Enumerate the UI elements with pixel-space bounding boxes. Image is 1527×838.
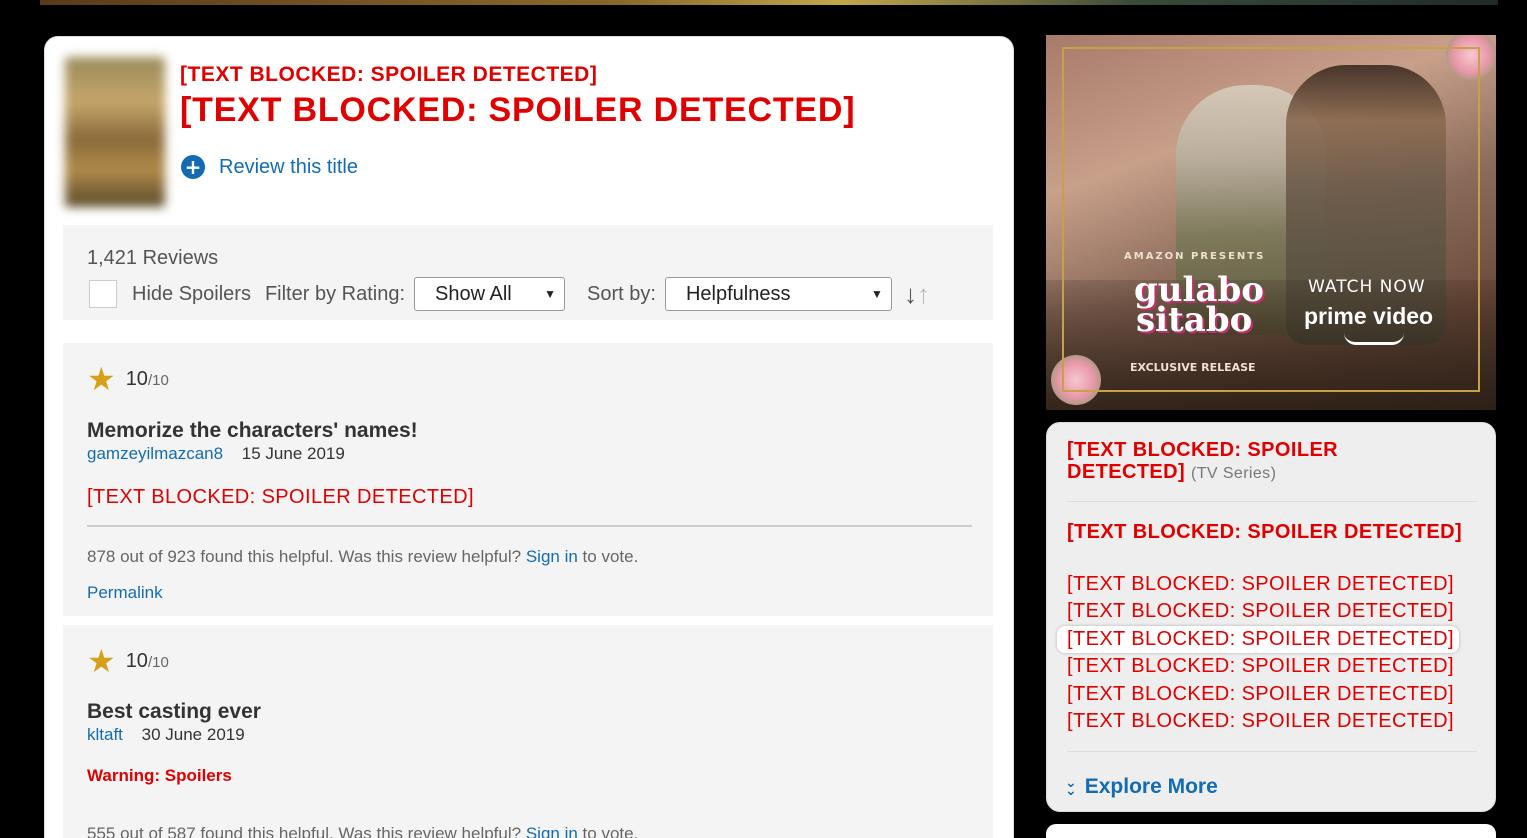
helpful-count: 555 out of 587 found this helpful. Was t…: [87, 824, 522, 838]
ad-frame: [1062, 47, 1480, 392]
sign-in-link[interactable]: Sign in: [526, 824, 578, 838]
review-rating: ★ 10/10: [87, 363, 169, 395]
spoiler-warning: Warning: Spoilers: [87, 766, 232, 785]
ad-presents: AMAZON PRESENTS: [1124, 251, 1266, 262]
star-icon: ★: [87, 643, 116, 679]
sort-label: Sort by:: [587, 282, 656, 305]
permalink[interactable]: Permalink: [87, 583, 163, 603]
helpful-suffix: to vote.: [582, 547, 639, 566]
sidebar-link[interactable]: [TEXT BLOCKED: SPOILER DETECTED]: [1057, 625, 1459, 654]
title-poster[interactable]: [65, 57, 165, 207]
review-meta: gamzeyilmazcan8 15 June 2019: [87, 444, 345, 464]
helpful-count: 878 out of 923 found this helpful. Was t…: [87, 547, 522, 566]
sidebar-section-title: [TEXT BLOCKED: SPOILER DETECTED]: [1067, 521, 1463, 543]
rating-number: 10: [125, 649, 148, 672]
ad-prime-video-logo: prime video: [1304, 303, 1434, 329]
helpful-suffix: to vote.: [582, 824, 639, 838]
rating-max: /10: [147, 653, 169, 671]
sidebar-link[interactable]: [TEXT BLOCKED: SPOILER DETECTED]: [1067, 708, 1459, 735]
review-author-link[interactable]: kltaft: [87, 725, 123, 744]
page-title: [TEXT BLOCKED: SPOILER DETECTED]: [180, 91, 856, 129]
filter-label: Filter by Rating:: [264, 282, 406, 305]
divider: [87, 525, 972, 527]
filter-row: Hide Spoilers Filter by Rating: Show All…: [89, 277, 930, 311]
double-chevron-down-icon: ⌄ ⌄: [1065, 774, 1077, 799]
sidebar-link[interactable]: [TEXT BLOCKED: SPOILER DETECTED]: [1067, 653, 1459, 680]
sort-by-select[interactable]: Helpfulness ▼: [664, 277, 892, 311]
caret-down-icon: ▼: [544, 287, 557, 301]
sidebar-panel: [TEXT BLOCKED: SPOILER DETECTED] (TV Ser…: [1046, 422, 1496, 812]
caret-down-icon: ▼: [871, 287, 883, 301]
rating-value: 10/10: [126, 650, 169, 673]
helpful-text: 878 out of 923 found this helpful. Was t…: [87, 547, 638, 567]
advertisement-banner[interactable]: AMAZON PRESENTS gulabo sitabo EXCLUSIVE …: [1046, 35, 1496, 410]
title-parent[interactable]: [TEXT BLOCKED: SPOILER DETECTED]: [180, 63, 597, 87]
divider: [1067, 751, 1477, 752]
ad-logo: gulabo sitabo: [1134, 273, 1264, 340]
ad-logo-line2: sitabo: [1136, 300, 1253, 340]
review-date: 15 June 2019: [241, 444, 345, 463]
ad-exclusive: EXCLUSIVE RELEASE: [1130, 361, 1256, 374]
hide-spoilers-checkbox[interactable]: [89, 280, 117, 308]
sidebar-links: [TEXT BLOCKED: SPOILER DETECTED] [TEXT B…: [1057, 571, 1459, 735]
review-title[interactable]: Memorize the characters' names!: [87, 419, 418, 443]
review-card: ★ 10/10 Best casting ever kltaft 30 June…: [63, 625, 993, 838]
sign-in-link[interactable]: Sign in: [526, 547, 578, 566]
sidebar-heading-sub: (TV Series): [1191, 465, 1277, 482]
sidebar-link[interactable]: [TEXT BLOCKED: SPOILER DETECTED]: [1067, 571, 1459, 598]
reviews-count: 1,421 Reviews: [87, 247, 219, 269]
reviews-panel: [TEXT BLOCKED: SPOILER DETECTED] [TEXT B…: [44, 36, 1014, 838]
review-rating: ★ 10/10: [87, 645, 169, 677]
rating-value: 10/10: [126, 368, 169, 391]
explore-more-link[interactable]: ⌄ ⌄ Explore More: [1065, 775, 1218, 799]
rating-max: /10: [147, 371, 169, 389]
star-icon: ★: [87, 361, 116, 397]
prime-smile-icon: [1344, 333, 1404, 345]
sort-by-value: Helpfulness: [685, 282, 791, 305]
review-title[interactable]: Best casting ever: [87, 700, 261, 724]
plus-circle-icon: +: [181, 155, 205, 179]
review-this-title-link[interactable]: + Review this title: [181, 155, 358, 179]
hide-spoilers-label: Hide Spoilers: [132, 282, 251, 305]
filter-rating-value: Show All: [435, 282, 512, 305]
sidebar-panel-next: [1046, 824, 1496, 838]
ad-watch-now: WATCH NOW: [1308, 277, 1426, 297]
helpful-text: 555 out of 587 found this helpful. Was t…: [87, 824, 638, 838]
review-author-link[interactable]: gamzeyilmazcan8: [87, 444, 223, 463]
review-date: 30 June 2019: [141, 725, 245, 744]
review-link-label: Review this title: [219, 155, 358, 178]
sidebar-heading[interactable]: [TEXT BLOCKED: SPOILER DETECTED] (TV Ser…: [1067, 439, 1367, 485]
filter-rating-select[interactable]: Show All ▼: [414, 277, 566, 311]
review-controls: 1,421 Reviews Hide Spoilers Filter by Ra…: [63, 225, 993, 320]
review-body: [TEXT BLOCKED: SPOILER DETECTED]: [87, 486, 474, 508]
review-card: ★ 10/10 Memorize the characters' names! …: [63, 343, 993, 616]
sidebar-link[interactable]: [TEXT BLOCKED: SPOILER DETECTED]: [1067, 681, 1459, 708]
sidebar-link[interactable]: [TEXT BLOCKED: SPOILER DETECTED]: [1067, 598, 1459, 625]
divider: [1067, 501, 1477, 502]
rating-number: 10: [125, 367, 148, 390]
review-meta: kltaft 30 June 2019: [87, 725, 245, 745]
sort-direction-icon[interactable]: ↓ ↑: [904, 279, 930, 310]
explore-more-label: Explore More: [1084, 775, 1218, 798]
